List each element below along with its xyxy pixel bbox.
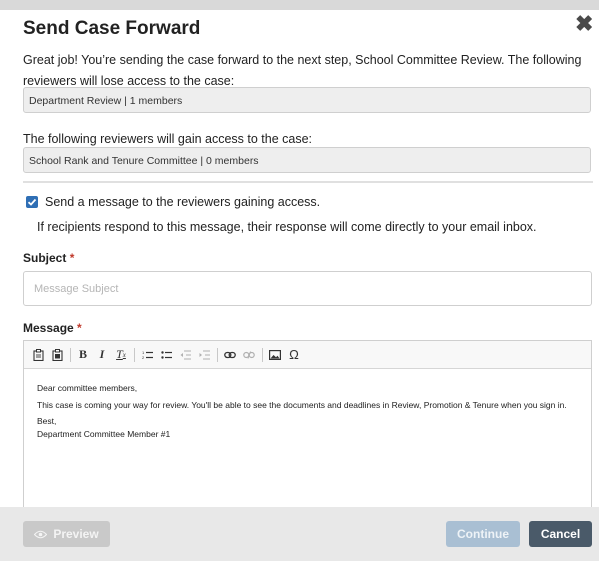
cancel-button[interactable]: Cancel — [529, 521, 592, 547]
message-label-text: Message — [23, 321, 74, 335]
subject-label: Subject * — [23, 251, 74, 265]
message-body: This case is coming your way for review.… — [37, 399, 567, 410]
outdent-icon[interactable] — [177, 347, 193, 363]
message-label: Message * — [23, 321, 82, 335]
required-marker: * — [69, 251, 75, 265]
message-greeting: Dear committee members, — [37, 383, 138, 393]
svg-text:2: 2 — [142, 355, 145, 360]
indent-icon[interactable] — [196, 347, 212, 363]
close-icon[interactable]: ✖ — [575, 13, 593, 35]
modal-title: Send Case Forward — [23, 18, 201, 39]
message-signature: Department Committee Member #1 — [37, 428, 171, 439]
intro-text: Great job! You’re sending the case forwa… — [23, 53, 582, 88]
gain-access-label: The following reviewers will gain access… — [23, 132, 313, 146]
preview-label: Preview — [53, 527, 99, 541]
paste-icon[interactable] — [30, 347, 46, 363]
bold-icon[interactable]: B — [75, 347, 91, 363]
checkmark-icon — [27, 198, 37, 206]
toolbar-separator — [217, 347, 218, 362]
italic-icon[interactable]: I — [94, 347, 110, 363]
losing-group-box: Department Review | 1 members — [23, 87, 591, 113]
bulleted-list-icon[interactable] — [158, 347, 174, 363]
editor-toolbar: B I Tx 12 Ω — [24, 341, 591, 369]
remove-format-icon[interactable]: Tx — [113, 347, 129, 363]
toolbar-separator — [70, 347, 71, 362]
image-icon[interactable] — [267, 347, 283, 363]
link-icon[interactable] — [222, 347, 238, 363]
send-case-forward-modal: Send Case Forward ✖ Great job! You’re se… — [10, 10, 599, 561]
message-closing: Best, — [37, 416, 57, 426]
gaining-group-box: School Rank and Tenure Committee | 0 mem… — [23, 147, 591, 173]
divider — [23, 181, 593, 183]
special-char-icon[interactable]: Ω — [286, 347, 302, 363]
unlink-icon[interactable] — [241, 347, 257, 363]
continue-button[interactable]: Continue — [446, 521, 520, 547]
eye-icon — [34, 530, 48, 538]
paste-text-icon[interactable] — [49, 347, 65, 363]
send-message-checkbox[interactable] — [26, 196, 38, 208]
toolbar-separator — [134, 347, 135, 362]
message-content[interactable]: Dear committee members, This case is com… — [24, 369, 591, 453]
message-editor[interactable]: B I Tx 12 Ω Dear committee members, This… — [23, 340, 592, 510]
toolbar-separator — [262, 347, 263, 362]
subject-label-text: Subject — [23, 251, 67, 265]
top-backdrop — [0, 0, 599, 10]
subject-input[interactable] — [23, 271, 592, 306]
preview-button[interactable]: Preview — [23, 521, 110, 547]
send-message-label[interactable]: Send a message to the reviewers gaining … — [45, 195, 320, 209]
send-message-help: If recipients respond to this message, t… — [37, 220, 537, 234]
modal-footer: Preview Continue Cancel — [0, 507, 599, 561]
required-marker: * — [77, 321, 82, 335]
numbered-list-icon[interactable]: 12 — [139, 347, 155, 363]
